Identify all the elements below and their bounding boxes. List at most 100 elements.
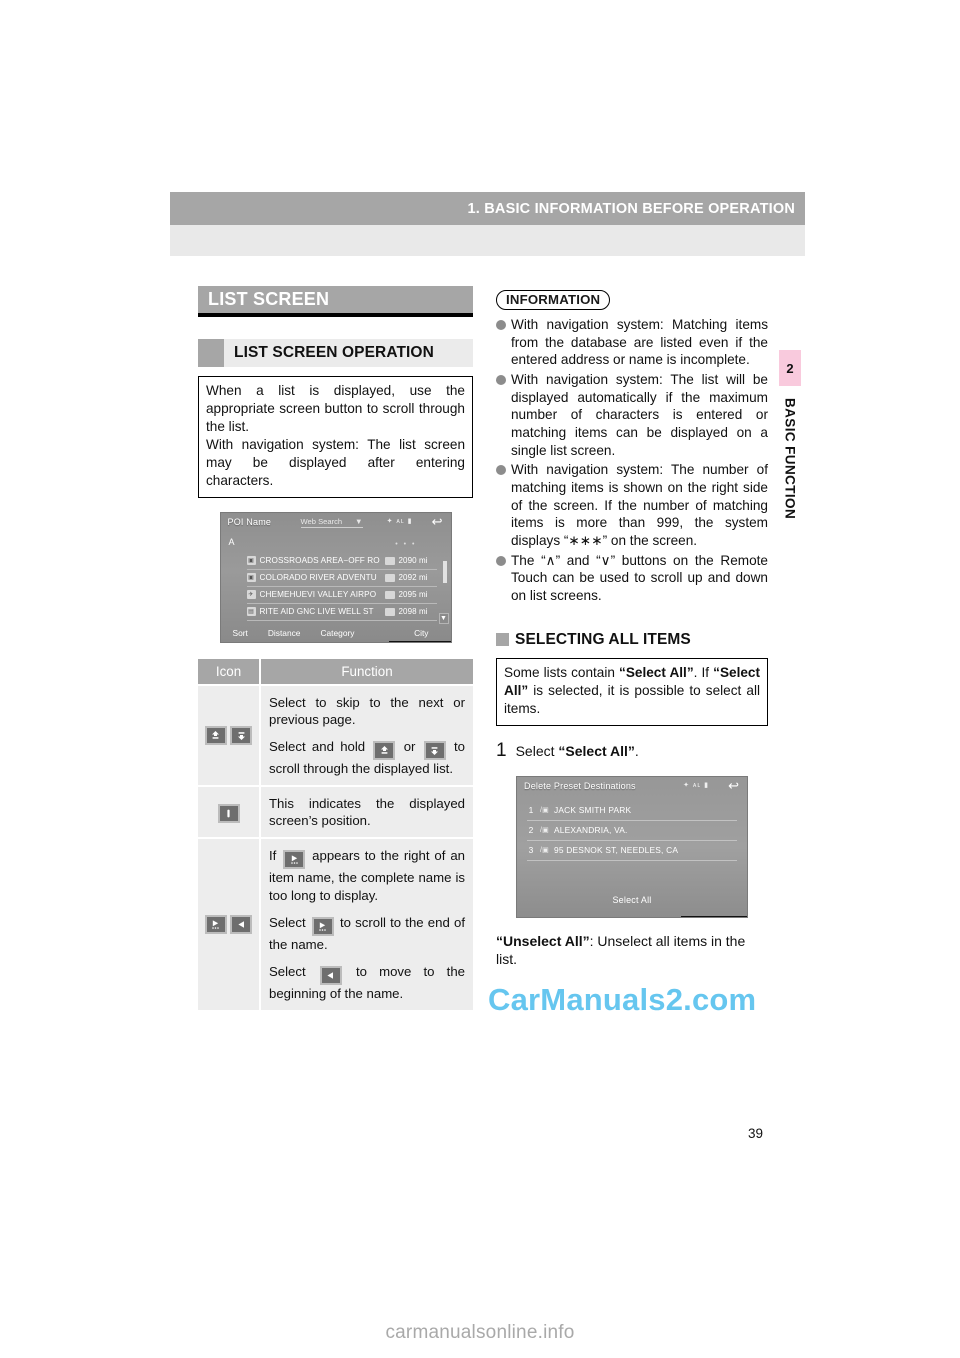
- information-item-text: The “∧” and “∨” buttons on the Remote To…: [511, 552, 768, 604]
- list-item[interactable]: ✈ CHEMEHUEVI VALLEY AIRPO 2095 mi: [246, 587, 437, 604]
- table-row: If appears to the right of an item name,…: [198, 837, 473, 1011]
- scroll-right-button-inline-icon[interactable]: [283, 850, 306, 870]
- unselect-all-term: “Unselect All”: [496, 932, 590, 949]
- chapter-tab-label: BASIC FUNCTION: [772, 398, 808, 578]
- scroll-right-icon[interactable]: [384, 590, 395, 599]
- information-label-wrap: INFORMATION: [496, 290, 768, 310]
- function-paragraph-3: Select to move to the beginning of the n…: [269, 963, 465, 1001]
- down-page-button-icon[interactable]: [230, 725, 253, 745]
- bullet-dot-icon: [496, 465, 506, 476]
- scroll-left-button-inline-icon[interactable]: [319, 965, 342, 985]
- select-all-button[interactable]: Select All: [517, 895, 747, 905]
- scroll-right-icon[interactable]: [384, 573, 395, 582]
- delete-figure-code: MEM014»CL5US: [680, 915, 747, 917]
- section-title-band: LIST SCREEN: [198, 286, 473, 317]
- list-item[interactable]: ▣ COLORADO RIVER ADVENTU 2092 mi: [246, 570, 437, 587]
- chapter-tab-label-text: BASIC FUNCTION: [782, 398, 798, 520]
- manual-page: 1. BASIC INFORMATION BEFORE OPERATION 2 …: [0, 0, 960, 1358]
- poi-distance: 2098 mi: [398, 607, 428, 617]
- scroll-right-icon[interactable]: [384, 607, 395, 616]
- information-label: INFORMATION: [496, 290, 611, 310]
- back-icon[interactable]: ↩: [728, 779, 739, 792]
- step-1: 1 Select “Select All”.: [496, 740, 768, 762]
- bullet-dot-icon: [496, 555, 506, 566]
- position-indicator-button-icon: [217, 804, 240, 824]
- scroll-right-icon[interactable]: [384, 556, 395, 565]
- preset-flag-icon: /▣: [540, 827, 549, 835]
- poi-figure-code: IRR023»CL5US: [388, 640, 451, 642]
- preset-index: 1: [528, 805, 534, 816]
- information-item-text: With navigation system: The list will be…: [511, 372, 768, 458]
- poi-name: CROSSROADS AREA−OFF RO: [259, 556, 380, 566]
- selecting-all-title: SELECTING ALL ITEMS: [515, 630, 691, 648]
- poi-distance-button[interactable]: Distance: [248, 628, 301, 638]
- poi-category-button[interactable]: Category: [300, 628, 354, 638]
- subsection-title-band: LIST SCREEN OPERATION: [198, 339, 473, 367]
- poi-distance: 2095 mi: [398, 590, 428, 600]
- poi-city-button[interactable]: City: [414, 628, 450, 638]
- intro-box: When a list is displayed, use the approp…: [198, 376, 473, 498]
- table-header-function: Function: [260, 658, 473, 685]
- poi-category-icon: ▣: [246, 556, 256, 566]
- function-paragraph-1: This indicates the displayed screen’s po…: [269, 796, 465, 829]
- poi-scrollbar[interactable]: [442, 560, 447, 583]
- back-icon[interactable]: ↩: [432, 515, 443, 528]
- delete-screen-title: Delete Preset Destinations: [524, 780, 636, 791]
- preset-name: 95 DESNOK ST, NEEDLES, CA: [554, 845, 679, 856]
- list-item[interactable]: 1 /▣ JACK SMITH PARK: [527, 801, 737, 821]
- right-column: INFORMATION With navigation system: Matc…: [496, 290, 768, 968]
- poi-sort-button[interactable]: Sort: [221, 628, 248, 638]
- table-cell-icons: [198, 683, 261, 787]
- list-item[interactable]: ▤ RITE AID GNC LIVE WELL ST 2098 mi: [246, 604, 437, 621]
- poi-distance: 2092 mi: [398, 573, 428, 583]
- poi-count-dots: • • •: [395, 540, 417, 548]
- preset-flag-icon: /▣: [540, 847, 549, 855]
- poi-name: COLORADO RIVER ADVENTU: [259, 573, 377, 583]
- table-cell-icons: [198, 837, 261, 1011]
- list-item[interactable]: 3 /▣ 95 DESNOK ST, NEEDLES, CA: [527, 841, 737, 861]
- delete-status-icons: ✦ ᴀʟ ▮: [683, 781, 709, 789]
- delete-screen-topbar: Delete Preset Destinations: [517, 777, 747, 795]
- poi-name: RITE AID GNC LIVE WELL ST: [259, 607, 374, 617]
- scroll-right-button-icon[interactable]: [204, 915, 227, 935]
- up-page-button-icon[interactable]: [204, 725, 227, 745]
- poi-list-screenshot: POI Name Web Search ▼ ✦ ᴀʟ ▮ ↩ A • • • ▣…: [219, 511, 452, 643]
- function-paragraph-1: Select to skip to the next or previous p…: [269, 694, 465, 727]
- list-item[interactable]: 2 /▣ ALEXANDRIA, VA.: [527, 821, 737, 841]
- information-item-text: With navigation system: Matching items f…: [511, 317, 768, 368]
- scroll-left-button-icon[interactable]: [230, 915, 253, 935]
- table-cell-function: Select to skip to the next or previous p…: [260, 683, 473, 787]
- table-cell-function: This indicates the displayed screen’s po…: [260, 785, 473, 839]
- up-page-button-inline-icon[interactable]: [373, 740, 396, 760]
- page-header-title: 1. BASIC INFORMATION BEFORE OPERATION: [467, 200, 795, 217]
- unselect-all-note: “Unselect All”: Unselect all items in th…: [496, 932, 768, 968]
- icon-function-table: Icon Function Select to skip to the next…: [198, 658, 473, 1011]
- poi-category-icon: ▣: [246, 573, 256, 583]
- list-item: With navigation system: Matching items f…: [496, 316, 768, 369]
- table-cell-icons: [198, 785, 261, 839]
- preset-index: 3: [528, 845, 534, 856]
- poi-scroll-down-button[interactable]: ▼: [438, 612, 449, 624]
- page-number: 39: [748, 1126, 764, 1141]
- poi-web-search-label: Web Search: [300, 516, 343, 526]
- chevron-down-icon: ▼: [354, 516, 363, 526]
- site-watermark: CarManuals2.com: [488, 982, 757, 1017]
- heading-square-marker: [496, 633, 509, 647]
- list-item[interactable]: ▣ CROSSROADS AREA−OFF RO 2090 mi: [246, 553, 437, 570]
- poi-screen-title: POI Name: [227, 516, 272, 527]
- step-number: 1: [496, 739, 507, 761]
- function-paragraph-2: Select and hold or to scroll through the…: [269, 738, 465, 776]
- section-title: LIST SCREEN: [208, 289, 330, 309]
- information-item-text: With navigation system: The number of ma…: [511, 462, 768, 549]
- preset-flag-icon: /▣: [540, 807, 549, 815]
- poi-web-search-dropdown[interactable]: Web Search ▼: [300, 516, 363, 528]
- down-page-button-inline-icon[interactable]: [423, 740, 446, 760]
- step-text: Select “Select All”.: [515, 742, 639, 759]
- scroll-right-button-inline-icon-2[interactable]: [311, 916, 334, 936]
- poi-index-letter: A: [228, 536, 235, 547]
- table-header-icon: Icon: [198, 658, 261, 685]
- poi-name: CHEMEHUEVI VALLEY AIRPO: [259, 590, 377, 600]
- function-paragraph-2: Select to scroll to the end of the name.: [269, 914, 465, 952]
- preset-destination-rows: 1 /▣ JACK SMITH PARK 2 /▣ ALEXANDRIA, VA…: [527, 801, 737, 861]
- table-row: Select to skip to the next or previous p…: [198, 683, 473, 787]
